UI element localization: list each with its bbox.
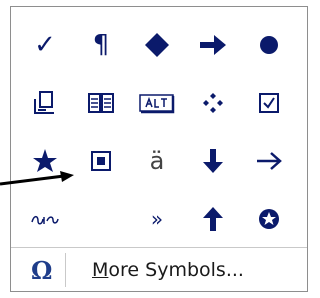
sign-form-icon [31,215,59,225]
more-symbols-text: ore Symbols... [108,259,244,281]
pilcrow-icon: ¶ [92,30,110,60]
symbol-checkmark[interactable]: ✓ [17,19,73,71]
checkmark-icon: ✓ [34,30,56,60]
boxed-square-icon [91,151,111,171]
star-icon [33,149,57,172]
star-circle-icon [259,209,279,229]
diamond-icon [145,33,169,57]
guillemet-icon: » [150,207,164,231]
symbol-grid: ✓ ¶ ä » [11,13,307,241]
right-arrow-bold-icon [200,35,226,55]
symbol-checkbox[interactable] [241,77,297,129]
separator [11,247,307,248]
symbol-sign-form-2[interactable] [17,193,73,245]
symbol-star[interactable] [17,135,73,187]
symbol-right-arrow-thin[interactable] [241,135,297,187]
four-diamonds-icon [203,93,223,113]
omega-icon: Ω [31,255,53,285]
symbol-dropdown-panel: ✓ ¶ ä » Ω More Symbols... [10,6,308,292]
bullet-circle-icon [260,36,278,54]
key-icon [88,93,114,113]
symbol-key[interactable] [73,77,129,129]
more-symbols-mnemonic: M [92,259,109,281]
symbol-bullet-circle[interactable] [241,19,297,71]
more-symbols-row[interactable]: Ω More Symbols... [11,249,307,291]
symbol-diamond[interactable] [129,19,185,71]
symbol-sign-form[interactable] [17,77,73,129]
symbol-star-circle[interactable] [241,193,297,245]
symbol-four-diamonds[interactable] [185,77,241,129]
symbol-pilcrow[interactable]: ¶ [73,19,129,71]
symbol-down-arrow[interactable] [185,135,241,187]
symbol-boxed-square[interactable] [73,135,129,187]
checkbox-icon [259,93,279,113]
vertical-divider [65,253,66,287]
symbol-a-umlaut[interactable]: ä [129,135,185,187]
symbol-up-arrow[interactable] [185,193,241,245]
a-umlaut-icon: ä [149,147,165,175]
up-arrow-icon [203,207,223,231]
symbol-guillemet[interactable]: » [129,193,185,245]
right-arrow-thin-icon [257,152,282,170]
down-arrow-icon [203,149,223,173]
more-symbols-label: More Symbols... [92,259,244,281]
symbol-alt-key[interactable] [129,77,185,129]
symbol-right-arrow-bold[interactable] [185,19,241,71]
alt-key-icon [139,94,175,114]
sign-form-icon [34,91,54,114]
